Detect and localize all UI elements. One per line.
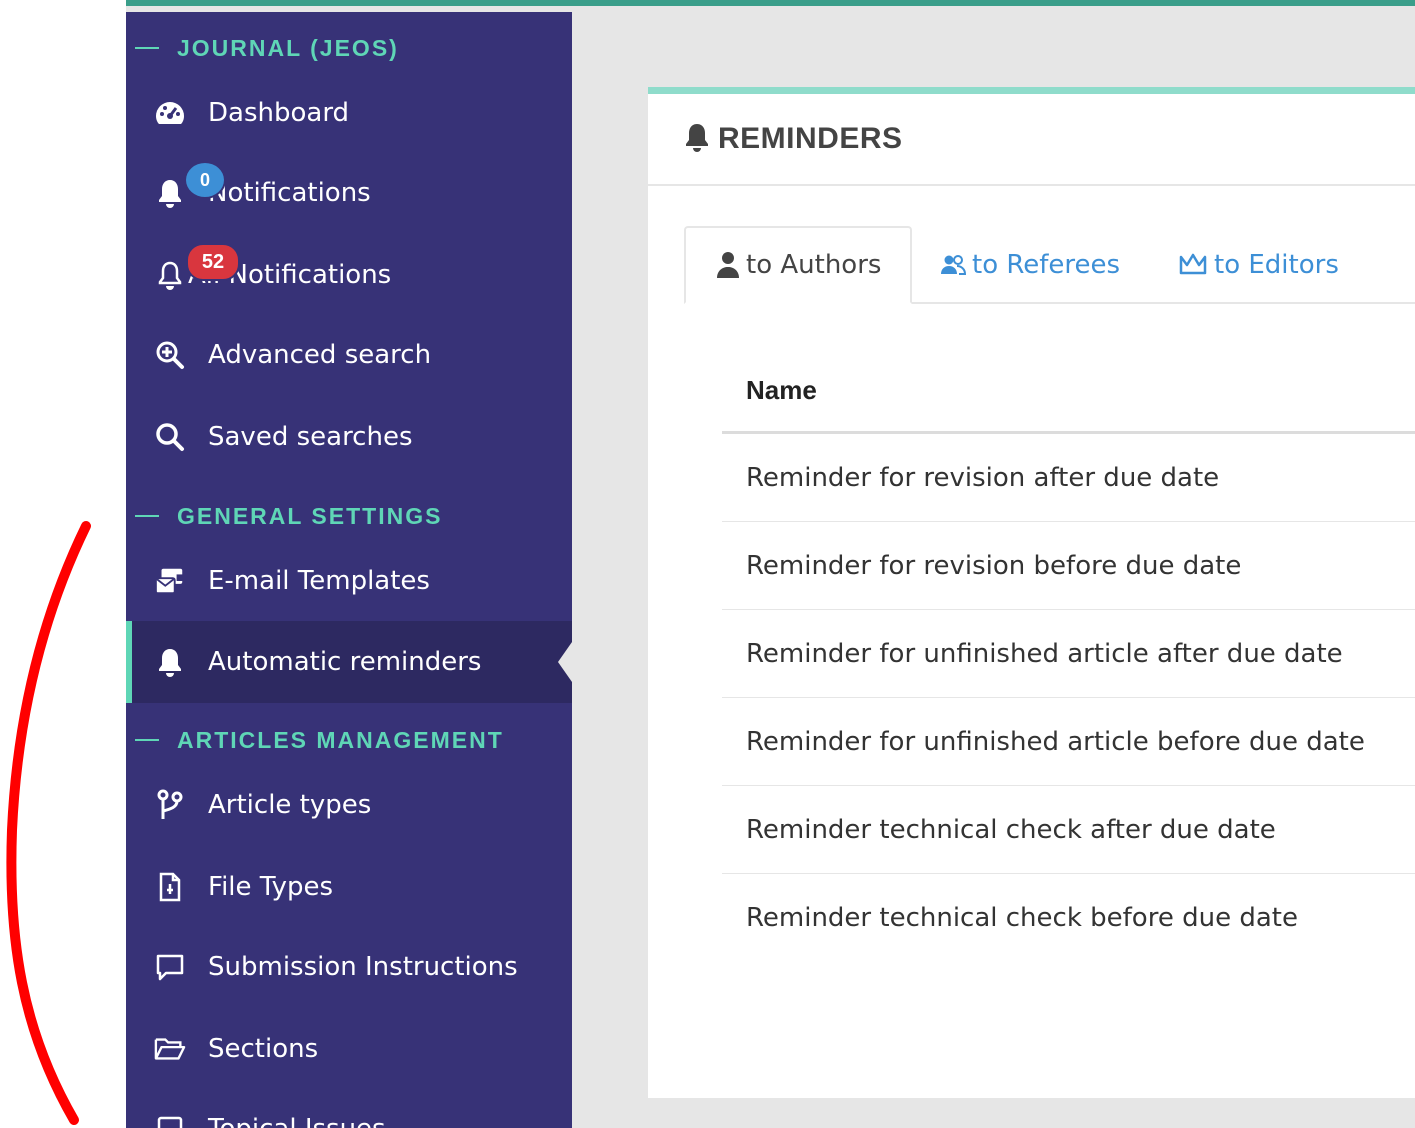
tab-label: to Referees: [972, 250, 1121, 280]
sidebar-section-articles-management: ARTICLES MANAGEMENT: [126, 720, 504, 760]
sidebar-item-label: Submission Instructions: [208, 952, 518, 982]
top-accent-bar: [126, 0, 1415, 12]
section-label: JOURNAL (JEOS): [177, 34, 399, 61]
topical-issues-icon: [154, 1113, 186, 1128]
code-branch-icon: [154, 789, 186, 821]
section-label: ARTICLES MANAGEMENT: [177, 726, 504, 753]
bell-outline-icon: 52: [154, 243, 240, 291]
sidebar-item-automatic-reminders[interactable]: Automatic reminders: [126, 621, 572, 703]
all-notifications-count-badge: 52: [186, 243, 240, 281]
table-row[interactable]: Reminder for unfinished article after du…: [722, 610, 1415, 698]
user-icon: [716, 251, 740, 279]
sidebar-item-sections[interactable]: Sections: [126, 1008, 572, 1090]
sidebar-item-label: Saved searches: [208, 422, 413, 452]
file-icon: [154, 871, 186, 903]
sidebar-section-general-settings: GENERAL SETTINGS: [126, 496, 442, 536]
section-dash: [135, 739, 159, 741]
sidebar-item-label: Notifications: [208, 178, 371, 208]
reminder-tabs: to Authors to Referees to Editors: [684, 226, 1415, 304]
section-label: GENERAL SETTINGS: [177, 502, 443, 529]
sidebar-item-notifications[interactable]: 0 Notifications: [126, 152, 572, 234]
sidebar-item-advanced-search[interactable]: Advanced search: [126, 314, 572, 396]
sidebar-item-email-templates[interactable]: E-mail Templates: [126, 540, 572, 622]
table-header-name: Name: [722, 349, 1415, 434]
sidebar-item-label: E-mail Templates: [208, 566, 430, 596]
table-row[interactable]: Reminder for revision after due date: [722, 434, 1415, 522]
folder-open-icon: [154, 1033, 186, 1065]
sidebar-item-dashboard[interactable]: Dashboard: [126, 72, 572, 154]
sidebar-item-label: File Types: [208, 872, 334, 902]
sidebar-section-journal: JOURNAL (JEOS): [126, 28, 399, 68]
bell-icon: [154, 646, 186, 678]
section-dash: [135, 515, 159, 517]
table-row[interactable]: Reminder for unfinished article before d…: [722, 698, 1415, 786]
bell-icon: [684, 122, 710, 156]
tab-to-editors[interactable]: to Editors: [1178, 226, 1339, 304]
sidebar-item-label: Sections: [208, 1034, 319, 1064]
table-row[interactable]: Reminder technical check before due date: [722, 874, 1415, 962]
tab-to-authors[interactable]: to Authors: [684, 226, 912, 304]
panel-header: REMINDERS: [648, 94, 1415, 186]
panel-title: REMINDERS: [718, 122, 903, 155]
search-icon: [154, 421, 186, 453]
bell-icon: 0: [154, 161, 226, 209]
sidebar-item-label: Advanced search: [208, 340, 432, 370]
notification-count-badge: 0: [184, 161, 226, 199]
sidebar-item-all-notifications[interactable]: 52 All Notifications: [126, 234, 572, 316]
sidebar-item-topical-issues[interactable]: Topical Issues: [126, 1088, 572, 1128]
tab-to-referees[interactable]: to Referees: [940, 226, 1120, 304]
sidebar-item-file-types[interactable]: File Types: [126, 846, 572, 928]
crown-icon: [1178, 253, 1208, 277]
reminders-table: Name Reminder for revision after due dat…: [722, 349, 1415, 962]
tab-label: to Authors: [746, 250, 882, 280]
sidebar-item-saved-searches[interactable]: Saved searches: [126, 396, 572, 478]
comment-icon: [154, 951, 186, 983]
sidebar-item-article-types[interactable]: Article types: [126, 764, 572, 846]
email-templates-icon: [154, 565, 186, 597]
active-item-caret: [558, 642, 572, 682]
sidebar: JOURNAL (JEOS) Dashboard 0 Notifications…: [126, 12, 572, 1128]
sidebar-item-label: Article types: [208, 790, 372, 820]
red-annotation-bracket: [6, 521, 91, 1125]
sidebar-item-label: Topical Issues: [208, 1114, 386, 1128]
users-icon: [940, 254, 966, 276]
tab-label: to Editors: [1214, 250, 1339, 280]
section-dash: [135, 47, 159, 49]
sidebar-item-label: Automatic reminders: [208, 647, 482, 677]
dashboard-gauge-icon: [154, 97, 186, 129]
table-row[interactable]: Reminder for revision before due date: [722, 522, 1415, 610]
sidebar-item-submission-instructions[interactable]: Submission Instructions: [126, 926, 572, 1008]
sidebar-item-label: Dashboard: [208, 98, 350, 128]
reminders-panel: REMINDERS to Authors to Referees to Edit…: [648, 87, 1415, 1098]
table-row[interactable]: Reminder technical check after due date: [722, 786, 1415, 874]
search-plus-icon: [154, 339, 186, 371]
